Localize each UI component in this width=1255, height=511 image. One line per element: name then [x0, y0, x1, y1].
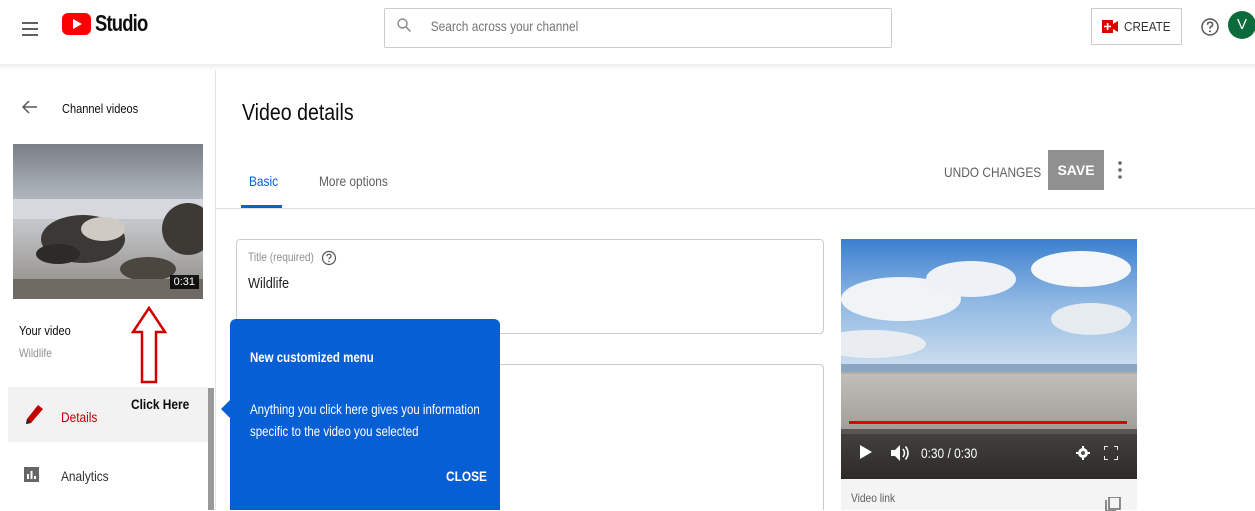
create-button[interactable]: CREATE: [1091, 8, 1182, 45]
sidebar-item-label: Analytics: [61, 468, 109, 484]
undo-changes-button[interactable]: UNDO CHANGES: [944, 164, 1041, 180]
tooltip-body: Anything you click here gives you inform…: [250, 401, 480, 439]
play-icon[interactable]: [860, 445, 872, 459]
tooltip-pointer: [221, 399, 231, 419]
page-title: Video details: [242, 99, 354, 125]
volume-icon[interactable]: [891, 445, 911, 461]
tab-more-options[interactable]: More options: [319, 173, 388, 189]
youtube-logo-icon[interactable]: [62, 13, 91, 35]
tab-basic[interactable]: Basic: [249, 173, 278, 189]
gear-icon[interactable]: [1076, 446, 1090, 460]
pencil-icon: [26, 405, 43, 424]
channel-videos-link[interactable]: Channel videos: [62, 101, 138, 116]
search-icon[interactable]: [397, 18, 411, 32]
fullscreen-icon[interactable]: [1104, 446, 1118, 460]
close-button[interactable]: CLOSE: [446, 468, 487, 484]
video-time-display: 0:30 / 0:30: [921, 445, 978, 461]
analytics-icon: [24, 467, 39, 482]
your-video-title: Wildlife: [19, 346, 52, 360]
title-field-label: Title (required): [248, 250, 314, 264]
more-vert-icon[interactable]: [1117, 160, 1123, 180]
top-header: Studio CREATE V: [0, 0, 1255, 64]
video-link-label: Video link: [851, 491, 896, 505]
back-arrow-icon[interactable]: [22, 100, 38, 114]
video-player[interactable]: 0:30 / 0:30: [841, 239, 1137, 479]
menu-icon[interactable]: [22, 22, 38, 36]
sidebar: Channel videos 0:31 Your video Wildlife: [0, 70, 216, 510]
search-bar[interactable]: [384, 8, 892, 48]
video-link-section: Video link: [841, 479, 1137, 511]
help-icon[interactable]: [321, 250, 337, 266]
studio-logo-text[interactable]: Studio: [95, 10, 148, 37]
create-button-label: CREATE: [1124, 19, 1171, 34]
click-here-annotation: Click Here: [131, 396, 190, 412]
video-thumbnail[interactable]: 0:31: [13, 144, 203, 299]
video-frame-image: [841, 239, 1137, 479]
tooltip-title: New customized menu: [250, 349, 374, 365]
sidebar-scrollbar[interactable]: [208, 388, 214, 510]
help-icon[interactable]: [1200, 17, 1220, 37]
duration-badge: 0:31: [169, 275, 199, 289]
copy-icon[interactable]: [1105, 497, 1121, 511]
sidebar-item-analytics[interactable]: Analytics: [8, 453, 208, 497]
title-input-value[interactable]: Wildlife: [248, 275, 289, 292]
tabs-divider: [216, 208, 1255, 209]
onboarding-tooltip: New customized menu Anything you click h…: [221, 319, 500, 510]
your-video-label: Your video: [19, 323, 71, 338]
save-button[interactable]: SAVE: [1048, 150, 1104, 190]
sidebar-item-label: Details: [61, 409, 98, 425]
avatar[interactable]: V: [1228, 11, 1255, 39]
video-progress-bar[interactable]: [849, 421, 1127, 424]
annotation-arrow-icon: [131, 306, 167, 384]
create-video-icon: [1102, 20, 1118, 33]
search-input[interactable]: [429, 17, 807, 35]
